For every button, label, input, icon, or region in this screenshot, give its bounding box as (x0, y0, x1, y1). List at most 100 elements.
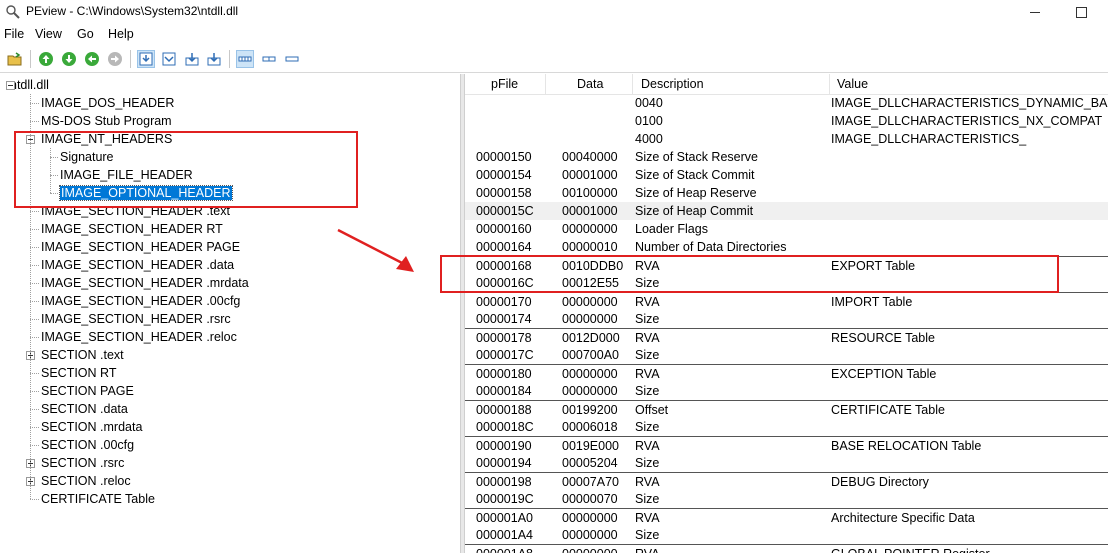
tree-item[interactable]: SECTION PAGE (41, 382, 134, 400)
cell-data: 00000000 (562, 295, 618, 309)
tree-item[interactable]: IMAGE_SECTION_HEADER .reloc (41, 328, 237, 346)
table-row[interactable]: 4000 IMAGE_DLLCHARACTERISTICS_ (465, 130, 1108, 148)
table-row[interactable]: 0000016C 00012E55 Size (465, 274, 1108, 292)
forward-button[interactable] (60, 50, 78, 68)
table-row[interactable]: 000001A0 00000000 RVA Architecture Specific… (465, 508, 1108, 527)
tree-item[interactable]: SECTION .reloc (41, 472, 131, 490)
column-header-pfile[interactable]: pFile (491, 77, 518, 91)
next-button[interactable] (106, 50, 124, 68)
table-row[interactable]: 00000158 00100000 Size of Heap Reserve (465, 184, 1108, 202)
cell-description: Size (635, 384, 660, 398)
minimize-icon (1030, 11, 1040, 13)
table-row[interactable]: 0000015C 00001000 Size of Heap Commit (465, 202, 1108, 220)
menu-view[interactable]: View (35, 27, 62, 41)
tree-item-label: SECTION .text (41, 348, 124, 362)
scroll-mid-button[interactable] (160, 50, 178, 68)
tree-item[interactable]: SECTION .00cfg (41, 436, 134, 454)
cell-data: 00000010 (562, 240, 618, 254)
table-row[interactable]: 0100 IMAGE_DLLCHARACTERISTICS_NX_COMPAT (465, 112, 1108, 130)
table-row[interactable]: 00000178 0012D000 RVA RESOURCE Table (465, 328, 1108, 347)
arrow-bottom-icon (207, 53, 221, 66)
tree-item[interactable]: SECTION .rsrc (41, 454, 124, 472)
tree-item[interactable]: IMAGE_DOS_HEADER (41, 94, 174, 112)
menu-go[interactable]: Go (77, 27, 94, 41)
cell-description: Size (635, 420, 660, 434)
view-word-button[interactable] (260, 50, 278, 68)
table-row[interactable]: 00000170 00000000 RVA IMPORT Table (465, 292, 1108, 311)
table-row[interactable]: 0040 IMAGE_DLLCHARACTERISTICS_DYNAMIC_BA (465, 94, 1108, 112)
tree-item-label: SECTION .data (41, 402, 128, 416)
tree-item[interactable]: SECTION .text (41, 346, 124, 364)
tree-item-label: Signature (60, 150, 114, 164)
minimize-button[interactable] (1012, 0, 1058, 24)
table-row[interactable]: 00000150 00040000 Size of Stack Reserve (465, 148, 1108, 166)
table-row[interactable]: 0000019C 00000070 Size (465, 490, 1108, 508)
table-row[interactable]: 00000184 00000000 Size (465, 382, 1108, 400)
table-row[interactable]: 00000154 00001000 Size of Stack Commit (465, 166, 1108, 184)
cell-value: IMPORT Table (831, 295, 913, 309)
view-bytes-button[interactable] (236, 50, 254, 68)
tree-item[interactable]: CERTIFICATE Table (41, 490, 155, 508)
details-list[interactable]: pFile Data Description Value 0040 IMAGE_D… (465, 74, 1108, 553)
tree-item[interactable]: IMAGE_SECTION_HEADER .data (41, 256, 234, 274)
scroll-top-button[interactable] (137, 50, 155, 68)
tree-item[interactable]: IMAGE_SECTION_HEADER .00cfg (41, 292, 240, 310)
table-row[interactable]: 00000160 00000000 Loader Flags (465, 220, 1108, 238)
table-row[interactable]: 00000194 00005204 Size (465, 454, 1108, 472)
scroll-end-button[interactable] (205, 50, 223, 68)
table-row[interactable]: 00000168 0010DDB0 RVA EXPORT Table (465, 256, 1108, 275)
cell-description: Size (635, 456, 660, 470)
cell-value: IMAGE_DLLCHARACTERISTICS_NX_COMPAT (831, 114, 1103, 128)
tree-view[interactable]: ntdll.dll IMAGE_DOS_HEADER MS-DOS Stub Pro… (0, 74, 460, 553)
table-row[interactable]: 0000018C 00006018 Size (465, 418, 1108, 436)
cell-pfile: 0000015C (476, 204, 534, 218)
tree-item[interactable]: IMAGE_FILE_HEADER (60, 166, 193, 184)
menu-file[interactable]: File (4, 27, 24, 41)
view-dword-button[interactable] (283, 50, 301, 68)
table-row[interactable]: 000001A4 00000000 Size (465, 526, 1108, 544)
cell-data: 0012D000 (562, 331, 620, 345)
cell-value: RESOURCE Table (831, 331, 935, 345)
table-row[interactable]: 00000188 00199200 Offset CERTIFICATE Table (465, 400, 1108, 419)
table-row[interactable]: 000001A8 00000000 RVA GLOBAL POINTER Regist… (465, 544, 1108, 553)
table-row[interactable]: 00000198 00007A70 RVA DEBUG Directory (465, 472, 1108, 491)
tree-item-label: IMAGE_SECTION_HEADER .00cfg (41, 294, 241, 308)
cell-description: Size (635, 276, 660, 290)
collapse-icon[interactable] (6, 81, 15, 90)
tree-item[interactable]: IMAGE_SECTION_HEADER .mrdata (41, 274, 249, 292)
prev-button[interactable] (83, 50, 101, 68)
tree-item[interactable]: IMAGE_SECTION_HEADER PAGE (41, 238, 240, 256)
table-row[interactable]: 00000164 00000010 Number of Data Directori… (465, 238, 1108, 256)
back-button[interactable] (37, 50, 55, 68)
open-button[interactable] (6, 50, 24, 68)
maximize-button[interactable] (1058, 0, 1104, 24)
tree-item[interactable]: IMAGE_OPTIONAL_HEADER (59, 184, 233, 202)
table-row[interactable]: 0000017C 000700A0 Size (465, 346, 1108, 364)
menu-help[interactable]: Help (108, 27, 134, 41)
table-row[interactable]: 00000190 0019E000 RVA BASE RELOCATION Table (465, 436, 1108, 455)
tree-item[interactable]: SECTION .data (41, 400, 128, 418)
table-row[interactable]: 00000174 00000000 Size (465, 310, 1108, 328)
tree-item[interactable]: SECTION RT (41, 364, 116, 382)
tree-item[interactable]: IMAGE_SECTION_HEADER .text (41, 202, 230, 220)
cell-description: RVA (635, 545, 660, 553)
tree-item[interactable]: IMAGE_SECTION_HEADER .rsrc (41, 310, 231, 328)
tree-item[interactable]: SECTION .mrdata (41, 418, 142, 436)
column-header-data[interactable]: Data (577, 77, 603, 91)
table-row[interactable]: 00000180 00000000 RVA EXCEPTION Table (465, 364, 1108, 383)
cell-pfile: 000001A4 (476, 528, 534, 542)
tree-item[interactable]: ntdll.dll (10, 76, 49, 94)
scroll-down-button[interactable] (183, 50, 201, 68)
tree-item[interactable]: IMAGE_NT_HEADERS (41, 130, 172, 148)
column-header-description[interactable]: Description (641, 77, 704, 91)
tree-item[interactable]: IMAGE_SECTION_HEADER RT (41, 220, 223, 238)
cell-pfile: 00000184 (476, 384, 532, 398)
tree-item-label: SECTION RT (41, 366, 117, 380)
left-arrow-circle-icon (85, 52, 99, 66)
tree-item-label: IMAGE_SECTION_HEADER .text (41, 204, 230, 218)
cell-data: 0019E000 (562, 439, 620, 453)
column-header-value[interactable]: Value (837, 77, 868, 91)
tree-item[interactable]: MS-DOS Stub Program (41, 112, 172, 130)
cell-pfile: 0000019C (476, 492, 534, 506)
tree-item[interactable]: Signature (60, 148, 114, 166)
